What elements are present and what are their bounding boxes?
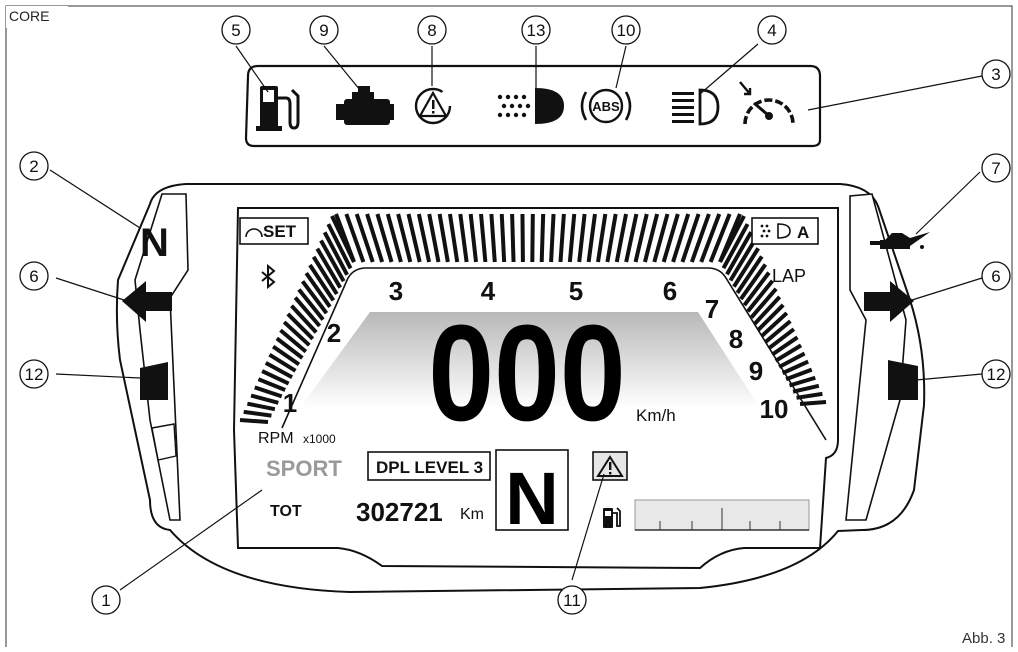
rpm-scale-label: 6 <box>663 276 677 306</box>
callout-number: 12 <box>25 365 44 384</box>
callout-number: 6 <box>29 267 38 286</box>
callout-number: 10 <box>617 21 636 40</box>
cruise-set-label: SET <box>263 222 297 241</box>
svg-text:ABS: ABS <box>592 99 620 114</box>
callout-number: 1 <box>101 591 110 610</box>
cruise-set-indicator: SET <box>240 218 308 244</box>
right-flag-icon <box>888 360 918 400</box>
callout-number: 8 <box>427 21 436 40</box>
callout-number: 4 <box>767 21 776 40</box>
callout-number: 3 <box>991 65 1000 84</box>
rpm-scale-label: 9 <box>749 356 763 386</box>
lap-label: LAP <box>772 266 806 286</box>
rpm-unit-label: RPM <box>258 430 294 447</box>
instrument-diagram: CORE Abb. 3 ABS <box>0 0 1018 647</box>
screen-warning-icon <box>593 452 627 480</box>
rpm-scale-label: 3 <box>389 276 403 306</box>
corner-label: CORE <box>9 8 49 24</box>
rpm-scale-label: 1 <box>283 388 297 418</box>
gear-value: N <box>505 457 558 540</box>
warning-light-panel <box>246 66 820 146</box>
fuel-level-bar <box>635 500 809 530</box>
callout-number: 11 <box>563 591 581 610</box>
callout-number: 12 <box>987 365 1006 384</box>
neutral-icon: N <box>140 221 169 265</box>
rpm-scale-label: 10 <box>760 394 789 424</box>
callout-number: 7 <box>991 159 1000 178</box>
left-flag-icon <box>140 362 168 400</box>
callout-number: 5 <box>231 21 240 40</box>
riding-mode: SPORT <box>266 456 342 481</box>
rpm-bar-segment <box>542 214 543 262</box>
rpm-bar-segment <box>532 214 533 262</box>
odometer-label: TOT <box>270 503 302 520</box>
callout-number: 9 <box>319 21 328 40</box>
diagram-canvas: CORE Abb. 3 ABS <box>0 0 1018 647</box>
rpm-scale-label: 8 <box>729 324 743 354</box>
odometer-value: 302721 <box>356 497 443 527</box>
rpm-bar-segment <box>240 420 268 422</box>
drl-auto-label: A <box>797 223 809 242</box>
callout-number: 2 <box>29 157 38 176</box>
figure-label: Abb. 3 <box>962 630 1005 647</box>
callout-number: 6 <box>991 267 1000 286</box>
drl-auto-indicator: A <box>752 218 818 244</box>
callout-number: 13 <box>527 21 546 40</box>
speed-value: 000 <box>428 297 625 450</box>
rpm-bar-segment <box>551 214 553 262</box>
rpm-scale-label: 7 <box>705 294 719 324</box>
speed-unit: Km/h <box>636 406 676 425</box>
rpm-bar-segment <box>800 402 826 404</box>
dpl-label: DPL LEVEL 3 <box>376 458 483 477</box>
rpm-multiplier: x1000 <box>303 432 336 446</box>
rpm-bar-segment <box>512 214 513 262</box>
rpm-bar-segment <box>502 214 504 262</box>
rpm-scale-label: 2 <box>327 318 341 348</box>
odometer-unit: Km <box>460 506 484 523</box>
